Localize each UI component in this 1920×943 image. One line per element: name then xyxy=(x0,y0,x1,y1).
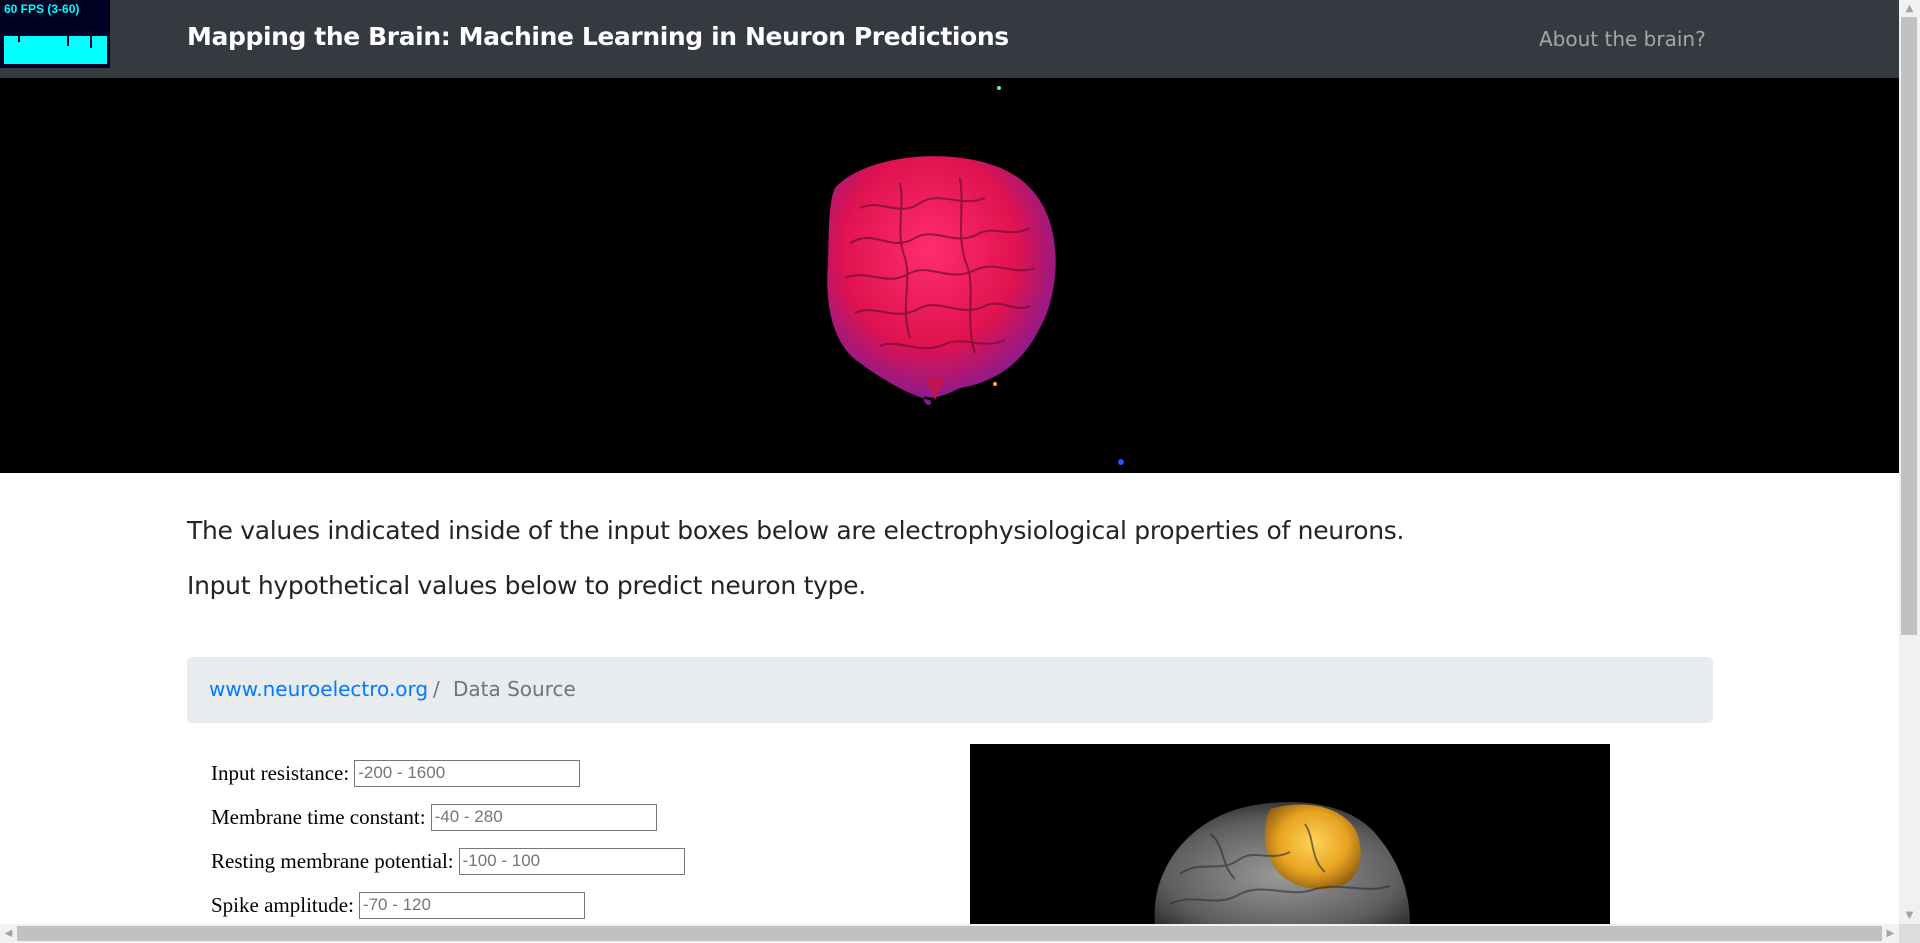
brain-region-canvas[interactable] xyxy=(970,744,1610,924)
scrollbar-corner xyxy=(1899,924,1920,943)
resting-membrane-potential-row: Resting membrane potential: xyxy=(211,846,685,876)
page-viewport: Mapping the Brain: Machine Learning in N… xyxy=(0,0,1899,924)
brain-render xyxy=(827,86,1124,465)
membrane-time-constant-label: Membrane time constant: xyxy=(211,804,426,829)
scroll-right-arrow-icon[interactable]: ▶ xyxy=(1882,924,1899,943)
neuroelectro-link[interactable]: www.neuroelectro.org xyxy=(209,677,428,701)
page-title: Mapping the Brain: Machine Learning in N… xyxy=(187,22,1009,51)
input-resistance-field[interactable] xyxy=(354,759,581,787)
breadcrumb-active-item: Data Source xyxy=(453,677,576,701)
spike-amplitude-field[interactable] xyxy=(358,891,585,919)
fps-meter[interactable]: 60 FPS (3-60) xyxy=(0,0,110,68)
navbar: Mapping the Brain: Machine Learning in N… xyxy=(0,0,1899,78)
particle-dot xyxy=(993,382,997,386)
spike-amplitude-row: Spike amplitude: xyxy=(211,890,585,920)
scroll-down-arrow-icon[interactable]: ▼ xyxy=(1899,907,1920,924)
input-resistance-row: Input resistance: xyxy=(211,758,581,788)
membrane-time-constant-field[interactable] xyxy=(430,803,657,831)
brain-region-render xyxy=(1154,802,1410,924)
particle-dot xyxy=(997,86,1001,90)
breadcrumb: www.neuroelectro.org / Data Source xyxy=(187,657,1713,723)
about-brain-link[interactable]: About the brain? xyxy=(1539,27,1706,51)
fps-graph xyxy=(4,18,107,64)
input-resistance-label: Input resistance: xyxy=(211,760,350,785)
intro-line-2: Input hypothetical values below to predi… xyxy=(187,571,866,600)
fps-label: 60 FPS (3-60) xyxy=(4,2,80,16)
scroll-up-arrow-icon[interactable]: ▲ xyxy=(1899,0,1920,17)
vertical-scroll-thumb[interactable] xyxy=(1901,17,1917,635)
vertical-scrollbar[interactable]: ▲ ▼ xyxy=(1899,0,1920,924)
intro-line-1: The values indicated inside of the input… xyxy=(187,516,1405,545)
breadcrumb-separator: / xyxy=(433,677,440,701)
resting-membrane-potential-label: Resting membrane potential: xyxy=(211,848,454,873)
brain-3d-canvas[interactable] xyxy=(0,78,1899,473)
membrane-time-constant-row: Membrane time constant: xyxy=(211,802,657,832)
scroll-left-arrow-icon[interactable]: ◀ xyxy=(0,924,17,943)
horizontal-scroll-thumb[interactable] xyxy=(17,926,1882,941)
spike-amplitude-label: Spike amplitude: xyxy=(211,892,354,917)
horizontal-scrollbar[interactable]: ◀ ▶ xyxy=(0,924,1899,943)
brain-shape xyxy=(827,156,1056,405)
fps-graph-bars xyxy=(4,18,107,48)
resting-membrane-potential-field[interactable] xyxy=(458,847,685,875)
particle-dot xyxy=(1118,459,1124,465)
